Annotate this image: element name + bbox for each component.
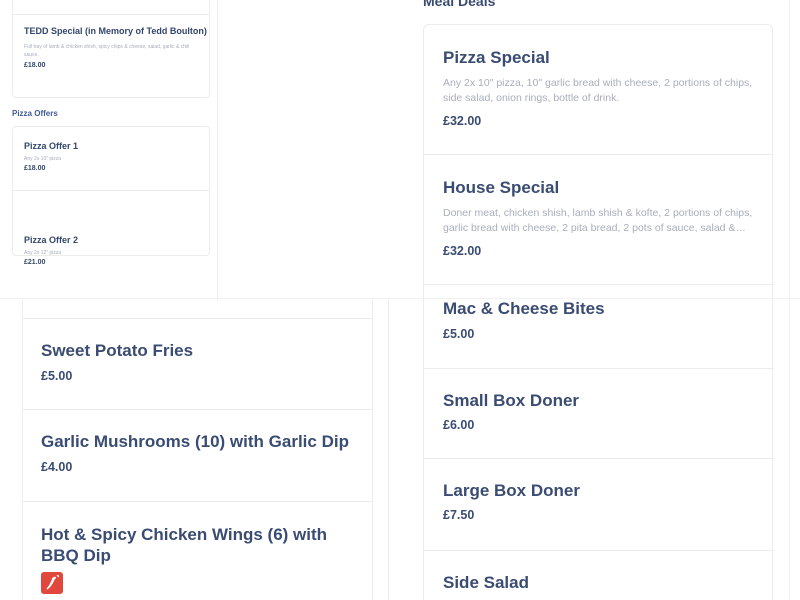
menu-item-title: Side Salad [443, 573, 529, 592]
menu-item-price: £32.00 [443, 244, 482, 258]
menu-item-card[interactable]: TEDD Special (in Memory of Tedd Boulton)… [12, 0, 210, 98]
menu-item-title: Large Box Doner [443, 481, 580, 500]
section-heading-pizza-offers: Pizza Offers [12, 109, 58, 118]
menu-item-description: Doner meat, chicken shish, lamb shish & … [443, 207, 753, 234]
menu-item-description: Any 2x 10" pizza [24, 156, 62, 162]
menu-item-price: £32.00 [443, 114, 482, 128]
menu-item-house-special[interactable]: House Special Doner meat, chicken shish,… [424, 155, 772, 301]
column-divider [388, 300, 389, 600]
menu-item-title: Pizza Special [443, 48, 550, 67]
menu-item-price: £5.00 [41, 369, 73, 383]
sides-left-list: Sweet Potato Fries £5.00 Garlic Mushroom… [22, 300, 372, 600]
menu-item-title: Pizza Offer 2 [24, 235, 79, 245]
menu-item-garlic-mushrooms[interactable]: Garlic Mushrooms (10) with Garlic Dip £4… [22, 410, 372, 501]
menu-item-price: £18.00 [24, 165, 46, 172]
menu-item-title: Garlic Mushrooms (10) with Garlic Dip [41, 432, 349, 451]
menu-item-side-salad[interactable]: Side Salad [424, 551, 772, 600]
menu-item-price: £7.50 [443, 508, 475, 522]
menu-item-hot-spicy-chicken-wings[interactable]: Hot & Spicy Chicken Wings (6) with BBQ D… [22, 502, 372, 600]
menu-item-price: £18.00 [24, 62, 46, 69]
section-heading-meal-deals: Meal Deals [423, 0, 496, 9]
menu-item-description: Full tray of lamb & chicken shish, spicy… [24, 44, 190, 58]
menu-item-description: Any 2x 10" pizza, 10" garlic bread with … [443, 77, 753, 104]
column-divider [372, 300, 373, 600]
menu-item-title: Small Box Doner [443, 391, 580, 410]
menu-item-sweet-potato-fries[interactable]: Sweet Potato Fries £5.00 [22, 319, 372, 409]
menu-item-price: £5.00 [443, 327, 475, 341]
menu-item-list: Pizza Offer 1 Any 2x 10" pizza £18.00 Pi… [12, 126, 210, 266]
menu-item-pizza-offer-1[interactable]: Pizza Offer 1 Any 2x 10" pizza £18.00 [13, 141, 209, 172]
meal-deals-card: Pizza Special Any 2x 10" pizza, 10" garl… [423, 24, 773, 300]
menu-item-pizza-offer-2[interactable]: Pizza Offer 2 Any 2x 12" pizza £21.00 [13, 235, 209, 266]
column-divider [789, 0, 790, 600]
menu-item-title: TEDD Special (in Memory of Tedd Boulton) [24, 26, 207, 36]
menu-item-pizza-special[interactable]: Pizza Special Any 2x 10" pizza, 10" garl… [424, 25, 772, 154]
menu-item-price: £6.00 [443, 418, 475, 432]
menu-item-price: £21.00 [24, 259, 46, 266]
column-divider [217, 0, 218, 300]
menu-item-title: House Special [443, 178, 560, 197]
menu-item-description: Any 2x 12" pizza [24, 250, 62, 256]
chili-pepper-icon [41, 572, 63, 594]
menu-item-mac-cheese-bites[interactable]: Mac & Cheese Bites £5.00 [424, 284, 772, 368]
menu-item-price: £4.00 [41, 460, 73, 474]
menu-item-title: Mac & Cheese Bites [443, 299, 605, 318]
sides-right-list: Mac & Cheese Bites £5.00 Small Box Doner… [423, 284, 774, 600]
menu-item-large-box-doner[interactable]: Large Box Doner £7.50 [424, 459, 772, 550]
menu-item-title: Sweet Potato Fries [41, 341, 194, 360]
menu-item-title: Pizza Offer 1 [24, 141, 79, 151]
menu-item-title: Hot & Spicy Chicken Wings (6) with BBQ D… [41, 525, 328, 565]
menu-item-small-box-doner[interactable]: Small Box Doner £6.00 [424, 369, 772, 458]
